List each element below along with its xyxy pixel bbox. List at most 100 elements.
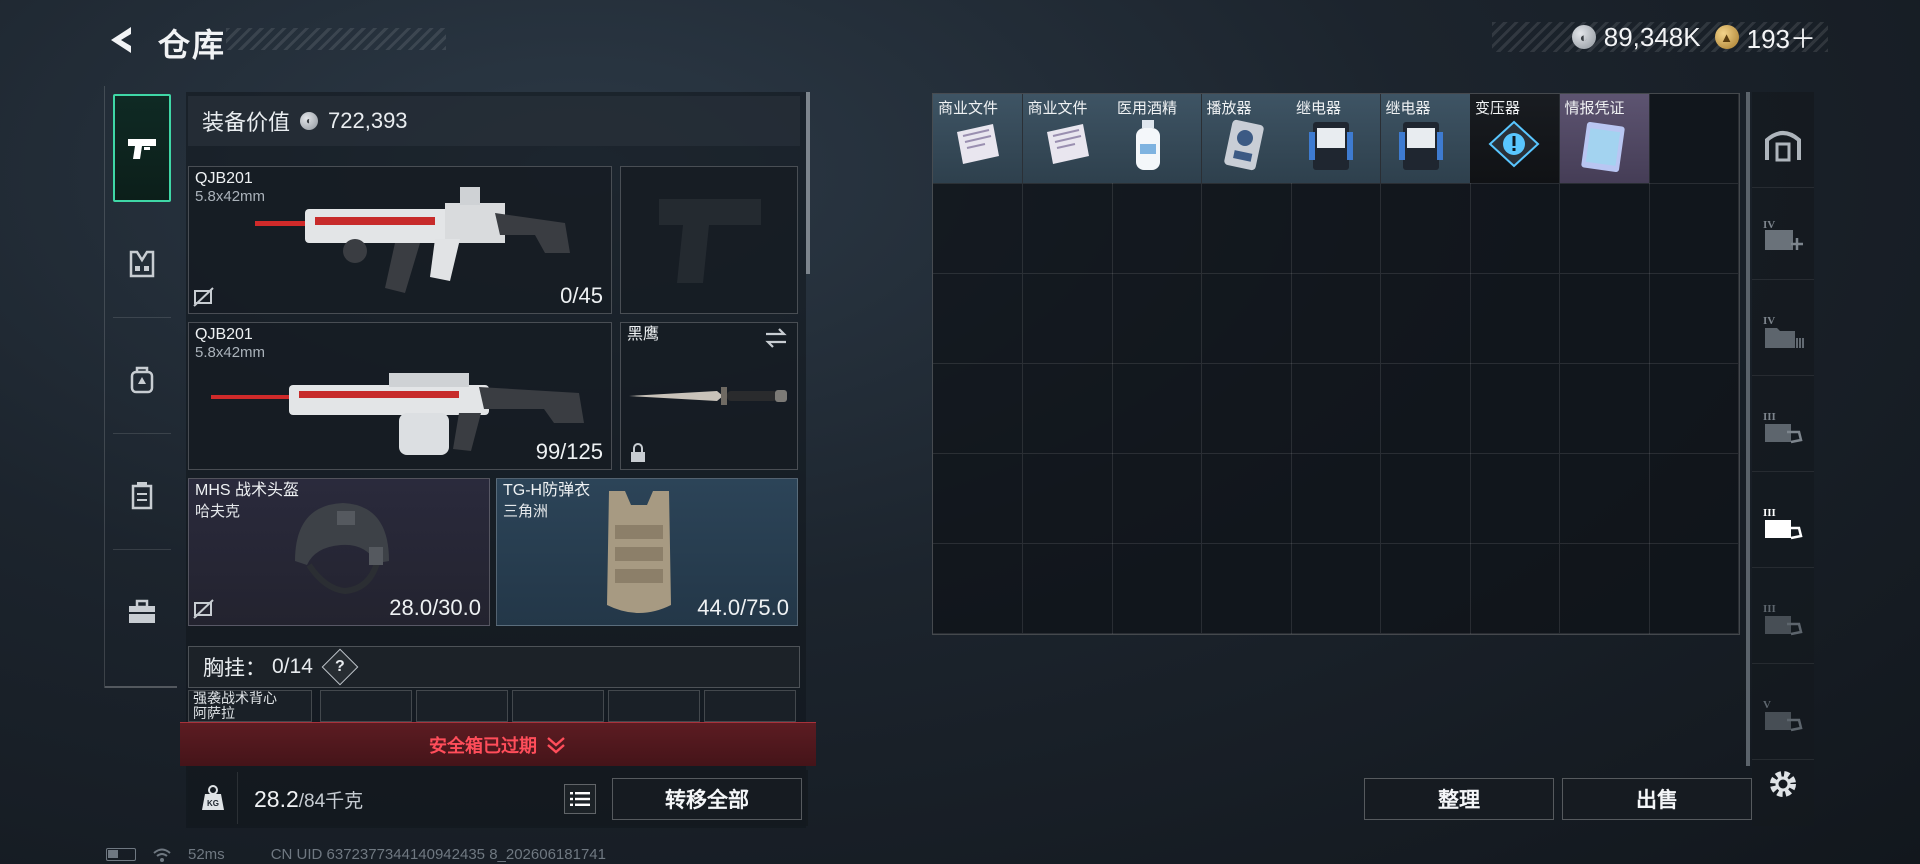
stash-cell[interactable] [1380,454,1471,544]
stash-cell[interactable] [1559,364,1650,454]
stash-cell[interactable] [1559,544,1650,634]
stash-cell[interactable] [1022,274,1113,364]
category-weapons[interactable] [113,94,171,202]
svg-text:IV: IV [1763,315,1775,327]
helmet-name: MHS 战术头盔 [195,482,300,499]
stash-cell[interactable] [1112,364,1202,454]
stash-scrollbar[interactable] [1746,92,1750,766]
pistol-slot[interactable] [620,166,798,314]
stash-cell[interactable] [1380,364,1471,454]
stash-cell[interactable] [1380,544,1471,634]
chest-rig-cell[interactable] [704,690,796,722]
stash-cell[interactable] [933,544,1023,634]
stash-tab-3-b[interactable]: III [1752,576,1814,664]
page-title: 仓库 [158,27,227,63]
stash-tab-3-a[interactable]: III [1752,384,1814,472]
sort-button[interactable]: 整理 [1364,778,1554,820]
stash-cell[interactable] [1201,454,1292,544]
sell-button[interactable]: 出售 [1562,778,1752,820]
primary-weapon-slot-2[interactable]: QJB201 5.8x42mm 99/125 [188,322,612,470]
stash-cell[interactable] [1112,274,1202,364]
stash-cell[interactable] [1201,274,1292,364]
stash-cell[interactable] [1201,364,1292,454]
armor-slot[interactable]: TG-H防弹衣 三角洲 44.0/75.0 [496,478,798,626]
back-arrow-icon [111,27,131,53]
stash-cell[interactable] [933,274,1023,364]
stash-cell[interactable] [1470,544,1560,634]
stash-item[interactable]: 情报凭证 [1559,94,1649,183]
stash-cell[interactable] [933,184,1023,274]
category-container[interactable] [113,442,171,550]
list-view-button[interactable] [564,784,596,814]
stash-cell[interactable] [1291,184,1381,274]
stash-item[interactable]: 商业文件 [1022,94,1112,183]
stash-cell[interactable] [1470,454,1560,544]
category-case[interactable] [113,558,171,666]
stash-tab-4-add[interactable]: IV [1752,192,1814,280]
chest-rig-item-slot[interactable]: 强袭战术背心 阿萨拉 [188,690,312,722]
stash-cell[interactable] [1201,184,1292,274]
stash-tab-main[interactable] [1752,100,1814,188]
loadout-scrollbar[interactable] [806,92,810,274]
stash-cell[interactable] [1112,544,1202,634]
stash-cell[interactable] [1291,544,1381,634]
stash-cell[interactable] [1470,184,1560,274]
stash-cell[interactable] [1649,184,1739,274]
stash-item[interactable]: 商业文件 [933,94,1022,183]
stash-cell[interactable] [1291,274,1381,364]
no-attachment-icon [193,287,214,307]
stash-cell[interactable] [1112,454,1202,544]
transfer-all-button[interactable]: 转移全部 [612,778,802,820]
chest-rig-item-name: 强袭战术背心 [193,690,277,706]
stash-cell[interactable] [1022,364,1113,454]
stash-cell[interactable] [1380,274,1471,364]
stash-cell[interactable] [1291,364,1381,454]
category-chest-rig[interactable] [113,210,171,318]
stash-cell[interactable] [1559,274,1650,364]
chest-rig-cell[interactable] [416,690,508,722]
stash-item[interactable]: 继电器 [1380,94,1470,183]
carry-weight: 28.2/84千克 [254,786,363,813]
stash-tab-3-active[interactable]: III [1752,480,1814,568]
chest-rig-cell[interactable] [320,690,412,722]
settings-button[interactable] [1752,740,1814,828]
back-button[interactable] [100,18,144,62]
stash-tab-4-folder[interactable]: IV [1752,288,1814,376]
stash-cell[interactable] [1649,94,1739,184]
stash-cell[interactable] [1022,544,1113,634]
safe-box-expired-banner[interactable]: 安全箱已过期 [180,722,816,766]
stash-item[interactable]: 继电器 [1291,94,1380,183]
help-icon[interactable]: ? [321,648,359,686]
stash-cell[interactable] [1470,364,1560,454]
silver-currency[interactable]: ◐ 89,348K [1571,22,1701,53]
stash-cell[interactable] [1559,454,1650,544]
stash-item[interactable]: 播放器 [1201,94,1291,183]
stash-cell[interactable] [933,454,1023,544]
stash-cell[interactable] [1649,364,1739,454]
list-icon [570,792,590,806]
helmet-slot[interactable]: MHS 战术头盔 哈夫克 28.0/30.0 [188,478,490,626]
stash-cell[interactable] [1380,184,1471,274]
stash-cell[interactable] [1470,274,1560,364]
stash-cell[interactable] [1201,544,1292,634]
category-backpack[interactable] [113,326,171,434]
carry-weight-max: /84千克 [298,791,364,812]
swap-icon[interactable] [763,327,789,349]
stash-cell[interactable] [933,364,1023,454]
stash-item[interactable]: 变压器 [1470,94,1559,183]
stash-item[interactable]: 医用酒精 [1112,94,1201,183]
stash-cell[interactable] [1022,184,1113,274]
chest-rig-cell[interactable] [608,690,700,722]
stash-cell[interactable] [1022,454,1113,544]
stash-cell[interactable] [1649,544,1739,634]
stash-cell[interactable] [1649,274,1739,364]
stash-cell[interactable] [1559,184,1650,274]
stash-cell[interactable] [1112,184,1202,274]
lock-icon [631,443,645,462]
gold-currency[interactable]: ▲ 193＋ [1714,19,1816,56]
stash-cell[interactable] [1649,454,1739,544]
chest-rig-cell[interactable] [512,690,604,722]
stash-cell[interactable] [1291,454,1381,544]
primary-weapon-slot-1[interactable]: QJB201 5.8x42mm 0/45 [188,166,612,314]
melee-slot[interactable]: 黑鹰 [620,322,798,470]
